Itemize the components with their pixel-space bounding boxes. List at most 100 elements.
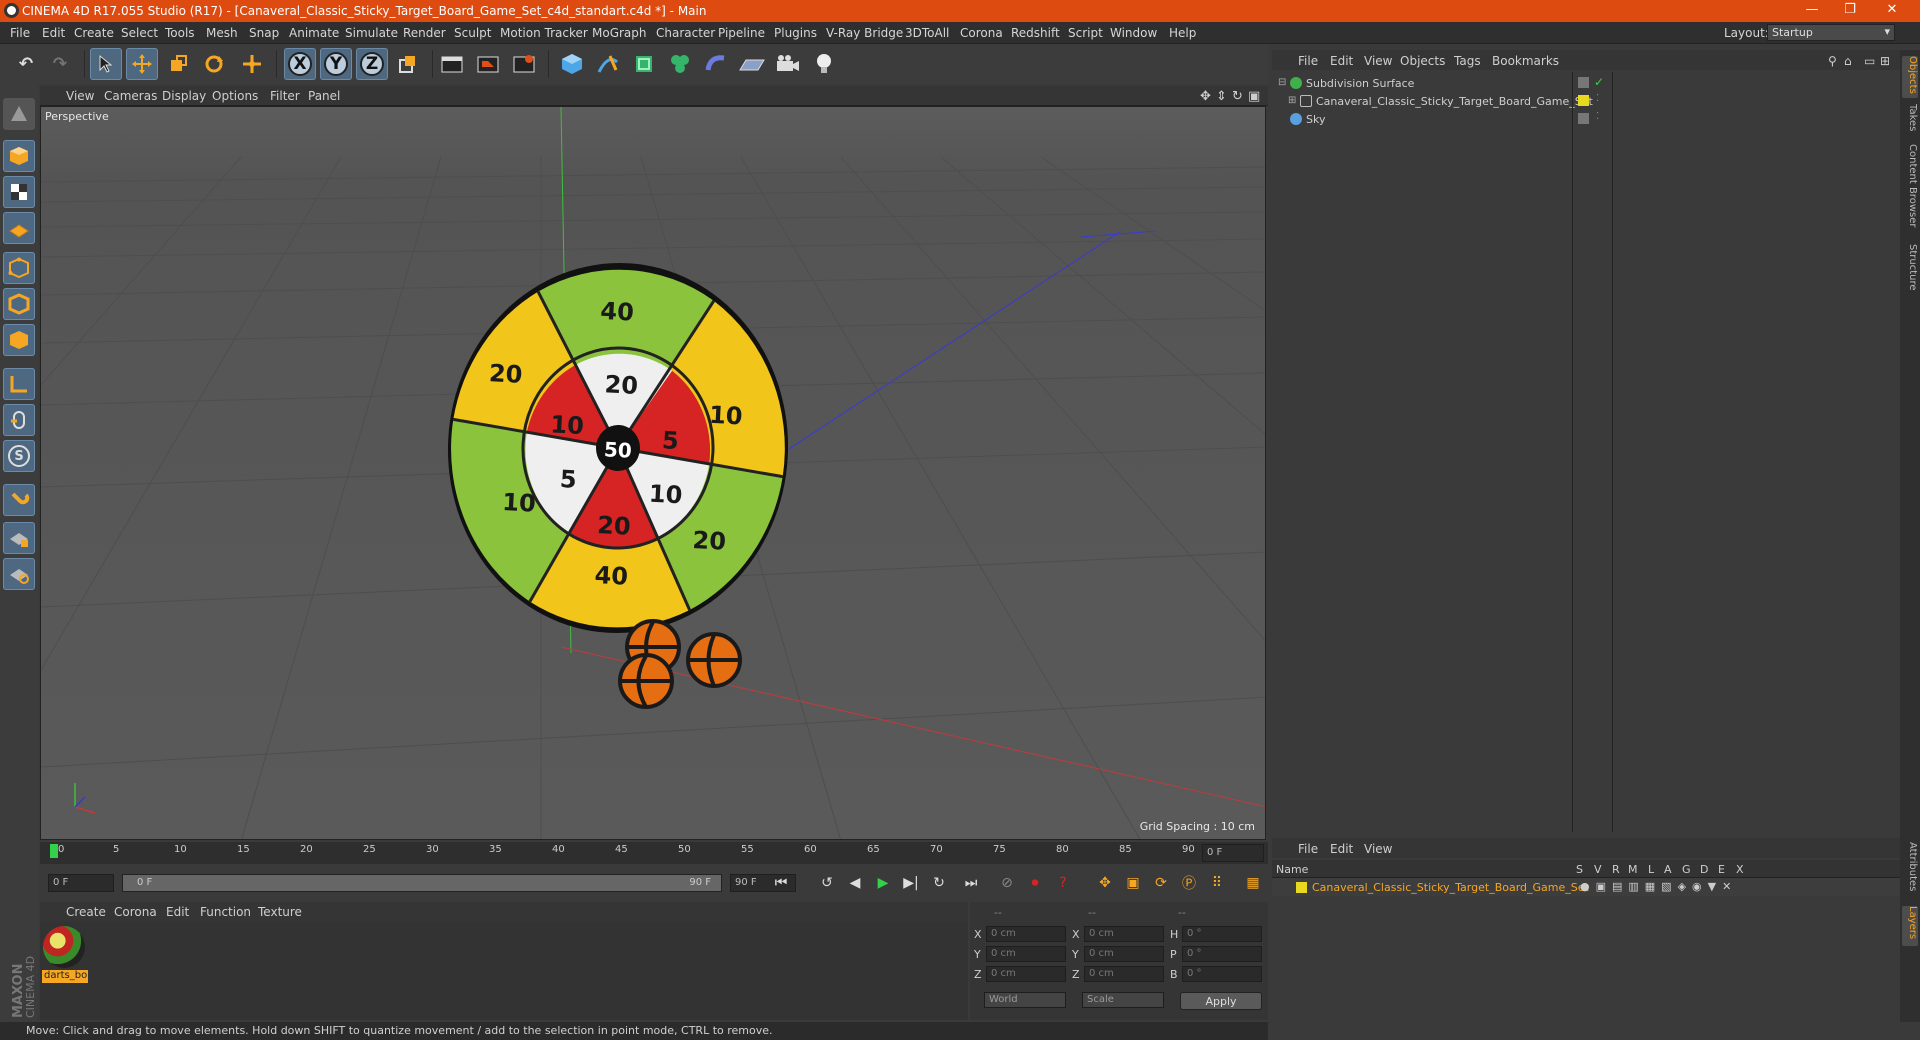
size-mode-dropdown[interactable]: Scale [1082,992,1164,1008]
play-icon[interactable]: ▶ [872,872,894,894]
obj-menu-view[interactable]: View [1364,54,1392,68]
enabled-check-icon[interactable]: ✓ [1594,75,1604,89]
workplane-mode-icon[interactable] [3,212,35,244]
pen-spline-icon[interactable] [592,48,624,80]
timeline-ruler[interactable]: 0 5 10 15 20 25 30 35 40 45 50 55 60 65 … [40,842,1268,864]
menu-vray-bridge[interactable]: V-Ray Bridge [826,26,903,40]
camera-icon[interactable] [772,48,804,80]
autokey-icon[interactable]: ⏺ [1024,872,1046,894]
axis-mode-icon[interactable] [3,368,35,400]
record-keys-icon[interactable]: ⊘ [996,872,1018,894]
z-axis-lock-icon[interactable]: Z [356,48,388,80]
previous-key-icon[interactable]: ↺ [816,872,838,894]
col-deformers[interactable]: D [1700,863,1708,876]
tab-objects[interactable]: Objects [1902,56,1918,98]
workplane-lock-icon[interactable] [3,522,35,554]
vp-menu-cameras[interactable]: Cameras [104,89,157,103]
tab-takes[interactable]: Takes [1902,104,1918,134]
menu-mesh[interactable]: Mesh [206,26,238,40]
layer-menu-file[interactable]: File [1298,842,1318,856]
position-z-field[interactable]: 0 cm [986,966,1066,982]
layer-color-tag[interactable] [1578,95,1589,106]
mat-menu-create[interactable]: Create [66,905,106,919]
render-to-picture-viewer-icon[interactable] [472,48,504,80]
apply-button[interactable]: Apply [1180,992,1262,1010]
size-x-field[interactable]: 0 cm [1084,926,1164,942]
size-y-field[interactable]: 0 cm [1084,946,1164,962]
menu-pipeline[interactable]: Pipeline [718,26,765,40]
cloner-icon[interactable] [664,48,696,80]
visibility-dots-icon[interactable]: ⁚ [1596,111,1599,122]
deformer-icon[interactable] [700,48,732,80]
obj-menu-bookmarks[interactable]: Bookmarks [1492,54,1559,68]
mat-menu-corona[interactable]: Corona [114,905,157,919]
vp-menu-options[interactable]: Options [212,89,258,103]
layer-color-swatch[interactable] [1296,882,1307,893]
layer-toggles-icon[interactable]: ●▣▤▥▦▧◈◉▼✕ [1580,880,1737,893]
material-name[interactable]: darts_bo [42,970,88,983]
rotation-b-field[interactable]: 0 ° [1182,966,1262,982]
obj-search-icon[interactable]: ⚲ [1828,54,1837,68]
key-parameter-icon[interactable]: Ⓟ [1178,872,1200,894]
position-y-field[interactable]: 0 cm [986,946,1066,962]
key-pla-icon[interactable]: ⠿ [1206,872,1228,894]
scale-tool-icon[interactable] [162,48,194,80]
live-selection-icon[interactable] [90,48,122,80]
playhead-marker[interactable] [50,844,58,858]
col-view[interactable]: V [1594,863,1602,876]
obj-home-icon[interactable]: ⌂ [1844,54,1852,68]
menu-snap[interactable]: Snap [249,26,279,40]
snap-icon[interactable]: S [3,440,35,472]
menu-window[interactable]: Window [1110,26,1157,40]
redo-icon[interactable]: ↷ [44,48,76,80]
column-divider[interactable] [1572,72,1573,832]
menu-animate[interactable]: Animate [289,26,339,40]
tab-layers[interactable]: Layers [1902,906,1918,946]
key-position-icon[interactable]: ✥ [1094,872,1116,894]
transform-tool-icon[interactable] [236,48,268,80]
rotation-h-field[interactable]: 0 ° [1182,926,1262,942]
col-manager[interactable]: M [1628,863,1638,876]
y-axis-lock-icon[interactable]: Y [320,48,352,80]
grid-snap-icon[interactable] [3,558,35,590]
layer-menu-edit[interactable]: Edit [1330,842,1353,856]
render-settings-icon[interactable] [508,48,540,80]
make-editable-icon[interactable] [3,98,35,130]
layer-tag-icon[interactable] [1578,77,1589,88]
x-axis-lock-icon[interactable]: X [284,48,316,80]
next-key-icon[interactable]: ↻ [928,872,950,894]
menu-3dtoall[interactable]: 3DToAll [905,26,949,40]
light-icon[interactable] [808,48,840,80]
col-name[interactable]: Name [1276,863,1308,876]
col-expressions[interactable]: E [1718,863,1725,876]
menu-file[interactable]: File [10,26,30,40]
edges-mode-icon[interactable] [3,288,35,320]
menu-motion-tracker[interactable]: Motion Tracker [500,26,588,40]
rotation-p-field[interactable]: 0 ° [1182,946,1262,962]
col-render[interactable]: R [1612,863,1620,876]
tweak-mode-icon[interactable] [3,404,35,436]
coordinate-system-icon[interactable] [392,48,424,80]
menu-character[interactable]: Character [656,26,715,40]
col-xref[interactable]: X [1736,863,1744,876]
material-thumbnail[interactable] [43,926,85,968]
minimize-button[interactable]: — [1792,2,1832,20]
previous-frame-icon[interactable]: ◀ [844,872,866,894]
menu-select[interactable]: Select [121,26,158,40]
undo-icon[interactable]: ↶ [10,48,42,80]
tab-content-browser[interactable]: Content Browser [1902,144,1918,236]
mat-menu-function[interactable]: Function [200,905,251,919]
object-row-target-board[interactable]: ⊞ Canaveral_Classic_Sticky_Target_Board_… [1272,92,1900,110]
cube-primitive-icon[interactable] [556,48,588,80]
position-x-field[interactable]: 0 cm [986,926,1066,942]
keyframe-selection-icon[interactable]: ? [1052,872,1074,894]
object-row-subdivision-surface[interactable]: ⊟ Subdivision Surface ✓ [1272,74,1900,92]
perspective-viewport[interactable]: 40 20 10 20 5 10 5 10 10 20 20 40 50 Per… [40,106,1266,840]
frame-range-slider[interactable]: 0 F 90 F [122,874,722,892]
maximize-button[interactable]: ❐ [1830,2,1870,20]
col-generators[interactable]: G [1682,863,1691,876]
tab-structure[interactable]: Structure [1902,244,1918,296]
menu-create[interactable]: Create [74,26,114,40]
points-mode-icon[interactable] [3,252,35,284]
menu-sculpt[interactable]: Sculpt [454,26,491,40]
